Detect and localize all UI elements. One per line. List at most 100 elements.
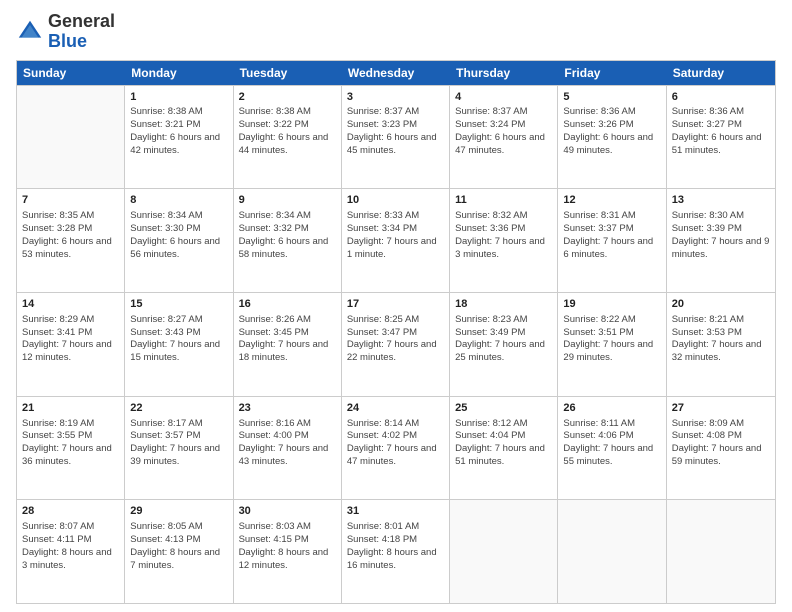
calendar-empty-cell xyxy=(558,500,666,603)
day-header-tuesday: Tuesday xyxy=(234,61,342,85)
calendar-week-2: 7 Sunrise: 8:35 AMSunset: 3:28 PMDaylight… xyxy=(17,188,775,292)
day-info: Sunrise: 8:12 AMSunset: 4:04 PMDaylight:… xyxy=(455,418,552,469)
day-number: 31 xyxy=(347,504,444,519)
calendar-day-13: 13 Sunrise: 8:30 AMSunset: 3:39 PMDayligh… xyxy=(667,189,775,292)
day-info: Sunrise: 8:32 AMSunset: 3:36 PMDaylight:… xyxy=(455,210,552,261)
calendar-day-18: 18 Sunrise: 8:23 AMSunset: 3:49 PMDayligh… xyxy=(450,293,558,396)
calendar-day-21: 21 Sunrise: 8:19 AMSunset: 3:55 PMDayligh… xyxy=(17,397,125,500)
day-info: Sunrise: 8:33 AMSunset: 3:34 PMDaylight:… xyxy=(347,210,444,261)
day-number: 7 xyxy=(22,193,119,208)
calendar-week-4: 21 Sunrise: 8:19 AMSunset: 3:55 PMDayligh… xyxy=(17,396,775,500)
calendar-day-9: 9Sunrise: 8:34 AMSunset: 3:32 PMDaylight… xyxy=(234,189,342,292)
day-number: 19 xyxy=(563,297,660,312)
logo-general: General xyxy=(48,11,115,31)
day-number: 15 xyxy=(130,297,227,312)
calendar-day-10: 10Sunrise: 8:33 AMSunset: 3:34 PMDayligh… xyxy=(342,189,450,292)
calendar-week-5: 28 Sunrise: 8:07 AMSunset: 4:11 PMDayligh… xyxy=(17,499,775,603)
day-number: 5 xyxy=(563,90,660,105)
day-number: 2 xyxy=(239,90,336,105)
page-header: General Blue xyxy=(16,12,776,52)
day-number: 27 xyxy=(672,401,770,416)
day-info: Sunrise: 8:35 AMSunset: 3:28 PMDaylight:… xyxy=(22,210,119,261)
calendar-empty-cell xyxy=(667,500,775,603)
day-info: Sunrise: 8:37 AMSunset: 3:23 PMDaylight:… xyxy=(347,106,444,157)
calendar-day-26: 26 Sunrise: 8:11 AMSunset: 4:06 PMDayligh… xyxy=(558,397,666,500)
day-info: Sunrise: 8:19 AMSunset: 3:55 PMDaylight:… xyxy=(22,418,119,469)
calendar-day-4: 4Sunrise: 8:37 AMSunset: 3:24 PMDaylight… xyxy=(450,86,558,189)
day-number: 14 xyxy=(22,297,119,312)
calendar-day-5: 5Sunrise: 8:36 AMSunset: 3:26 PMDaylight… xyxy=(558,86,666,189)
day-header-thursday: Thursday xyxy=(450,61,558,85)
day-info: Sunrise: 8:26 AMSunset: 3:45 PMDaylight:… xyxy=(239,314,336,365)
day-number: 28 xyxy=(22,504,119,519)
day-header-wednesday: Wednesday xyxy=(342,61,450,85)
logo-icon xyxy=(16,18,44,46)
day-info: Sunrise: 8:21 AMSunset: 3:53 PMDaylight:… xyxy=(672,314,770,365)
day-info: Sunrise: 8:34 AMSunset: 3:32 PMDaylight:… xyxy=(239,210,336,261)
day-number: 17 xyxy=(347,297,444,312)
calendar-day-31: 31 Sunrise: 8:01 AMSunset: 4:18 PMDayligh… xyxy=(342,500,450,603)
day-info: Sunrise: 8:23 AMSunset: 3:49 PMDaylight:… xyxy=(455,314,552,365)
calendar-header: SundayMondayTuesdayWednesdayThursdayFrid… xyxy=(17,61,775,85)
day-number: 8 xyxy=(130,193,227,208)
calendar-day-28: 28 Sunrise: 8:07 AMSunset: 4:11 PMDayligh… xyxy=(17,500,125,603)
day-number: 13 xyxy=(672,193,770,208)
day-number: 26 xyxy=(563,401,660,416)
calendar-day-23: 23 Sunrise: 8:16 AMSunset: 4:00 PMDayligh… xyxy=(234,397,342,500)
day-number: 16 xyxy=(239,297,336,312)
day-info: Sunrise: 8:34 AMSunset: 3:30 PMDaylight:… xyxy=(130,210,227,261)
calendar-week-3: 14Sunrise: 8:29 AMSunset: 3:41 PMDayligh… xyxy=(17,292,775,396)
day-info: Sunrise: 8:11 AMSunset: 4:06 PMDaylight:… xyxy=(563,418,660,469)
day-info: Sunrise: 8:30 AMSunset: 3:39 PMDaylight:… xyxy=(672,210,770,261)
calendar-day-1: 1Sunrise: 8:38 AMSunset: 3:21 PMDaylight… xyxy=(125,86,233,189)
day-number: 6 xyxy=(672,90,770,105)
calendar-day-29: 29Sunrise: 8:05 AMSunset: 4:13 PMDayligh… xyxy=(125,500,233,603)
day-info: Sunrise: 8:27 AMSunset: 3:43 PMDaylight:… xyxy=(130,314,227,365)
day-number: 23 xyxy=(239,401,336,416)
day-number: 24 xyxy=(347,401,444,416)
day-info: Sunrise: 8:16 AMSunset: 4:00 PMDaylight:… xyxy=(239,418,336,469)
logo-blue: Blue xyxy=(48,31,87,51)
day-info: Sunrise: 8:05 AMSunset: 4:13 PMDaylight:… xyxy=(130,521,227,572)
calendar-day-7: 7 Sunrise: 8:35 AMSunset: 3:28 PMDaylight… xyxy=(17,189,125,292)
calendar-day-27: 27Sunrise: 8:09 AMSunset: 4:08 PMDayligh… xyxy=(667,397,775,500)
calendar-day-3: 3Sunrise: 8:37 AMSunset: 3:23 PMDaylight… xyxy=(342,86,450,189)
day-info: Sunrise: 8:36 AMSunset: 3:27 PMDaylight:… xyxy=(672,106,770,157)
calendar-day-2: 2Sunrise: 8:38 AMSunset: 3:22 PMDaylight… xyxy=(234,86,342,189)
day-number: 12 xyxy=(563,193,660,208)
calendar-day-17: 17 Sunrise: 8:25 AMSunset: 3:47 PMDayligh… xyxy=(342,293,450,396)
day-info: Sunrise: 8:14 AMSunset: 4:02 PMDaylight:… xyxy=(347,418,444,469)
day-number: 1 xyxy=(130,90,227,105)
calendar-day-25: 25 Sunrise: 8:12 AMSunset: 4:04 PMDayligh… xyxy=(450,397,558,500)
calendar-day-19: 19 Sunrise: 8:22 AMSunset: 3:51 PMDayligh… xyxy=(558,293,666,396)
calendar-day-14: 14Sunrise: 8:29 AMSunset: 3:41 PMDayligh… xyxy=(17,293,125,396)
calendar-day-15: 15 Sunrise: 8:27 AMSunset: 3:43 PMDayligh… xyxy=(125,293,233,396)
calendar-day-20: 20Sunrise: 8:21 AMSunset: 3:53 PMDayligh… xyxy=(667,293,775,396)
day-info: Sunrise: 8:07 AMSunset: 4:11 PMDaylight:… xyxy=(22,521,119,572)
logo: General Blue xyxy=(16,12,115,52)
day-number: 18 xyxy=(455,297,552,312)
day-info: Sunrise: 8:25 AMSunset: 3:47 PMDaylight:… xyxy=(347,314,444,365)
calendar-day-8: 8 Sunrise: 8:34 AMSunset: 3:30 PMDaylight… xyxy=(125,189,233,292)
day-info: Sunrise: 8:01 AMSunset: 4:18 PMDaylight:… xyxy=(347,521,444,572)
day-info: Sunrise: 8:37 AMSunset: 3:24 PMDaylight:… xyxy=(455,106,552,157)
calendar-day-11: 11 Sunrise: 8:32 AMSunset: 3:36 PMDayligh… xyxy=(450,189,558,292)
day-number: 21 xyxy=(22,401,119,416)
calendar-day-30: 30Sunrise: 8:03 AMSunset: 4:15 PMDayligh… xyxy=(234,500,342,603)
calendar-day-16: 16 Sunrise: 8:26 AMSunset: 3:45 PMDayligh… xyxy=(234,293,342,396)
day-info: Sunrise: 8:22 AMSunset: 3:51 PMDaylight:… xyxy=(563,314,660,365)
calendar-empty-cell xyxy=(17,86,125,189)
day-number: 30 xyxy=(239,504,336,519)
day-number: 4 xyxy=(455,90,552,105)
calendar-empty-cell xyxy=(450,500,558,603)
calendar-day-24: 24 Sunrise: 8:14 AMSunset: 4:02 PMDayligh… xyxy=(342,397,450,500)
day-number: 3 xyxy=(347,90,444,105)
calendar: SundayMondayTuesdayWednesdayThursdayFrid… xyxy=(16,60,776,604)
day-number: 22 xyxy=(130,401,227,416)
day-number: 11 xyxy=(455,193,552,208)
day-number: 25 xyxy=(455,401,552,416)
calendar-body: 1Sunrise: 8:38 AMSunset: 3:21 PMDaylight… xyxy=(17,85,775,603)
day-header-friday: Friday xyxy=(558,61,666,85)
calendar-day-12: 12Sunrise: 8:31 AMSunset: 3:37 PMDayligh… xyxy=(558,189,666,292)
day-info: Sunrise: 8:38 AMSunset: 3:21 PMDaylight:… xyxy=(130,106,227,157)
